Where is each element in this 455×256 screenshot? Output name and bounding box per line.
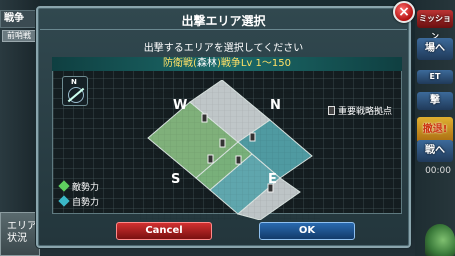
direction-north: N <box>270 98 281 113</box>
area-status-label-2: 状況 <box>7 233 27 244</box>
compass-icon: N <box>62 76 88 106</box>
strategic-point-marker[interactable] <box>249 132 256 142</box>
important-point-legend: 重要戦略拠点 <box>328 104 392 117</box>
strategic-point-marker[interactable] <box>201 113 208 123</box>
legend-enemy: 敵勢力 <box>58 180 100 193</box>
legend-enemy-label: 敵勢力 <box>72 183 100 193</box>
robot-avatar <box>425 224 455 256</box>
cancel-button[interactable]: Cancel <box>116 222 212 240</box>
terrain-name: 森林 <box>196 58 217 69</box>
direction-south: S <box>171 172 181 187</box>
strategic-point-marker[interactable] <box>219 138 226 148</box>
area-status-label-1: エリア <box>7 221 37 232</box>
area-map <box>140 80 320 220</box>
attack-button[interactable]: 撃 <box>417 92 453 110</box>
close-button[interactable]: × <box>393 1 415 23</box>
direction-west: W <box>173 98 188 113</box>
to-field-button[interactable]: 場へ <box>417 38 453 60</box>
compass-north-label: N <box>71 78 77 86</box>
important-point-icon <box>328 106 335 115</box>
strategic-point-marker[interactable] <box>207 154 214 164</box>
battle-info-title: 防衛戦(森林)戦争Lv 1～150 <box>52 57 402 71</box>
level-range: )戦争Lv 1～150 <box>216 58 291 69</box>
battle-type: 防衛戦( <box>163 58 197 69</box>
ok-button[interactable]: OK <box>259 222 355 240</box>
strategic-point-marker[interactable] <box>235 155 242 165</box>
et-button[interactable]: ET <box>417 70 453 84</box>
direction-east: E <box>268 172 277 187</box>
area-status-button[interactable]: エリア 状況 <box>0 212 40 256</box>
outpost-tab[interactable]: 前哨戦 <box>2 30 36 42</box>
ally-diamond-icon <box>58 195 70 207</box>
mission-button[interactable]: ミッション <box>417 10 453 41</box>
dialog-title: 出撃エリア選択 <box>181 14 266 28</box>
legend-ally: 自勢力 <box>58 195 100 208</box>
legend-ally-label: 自勢力 <box>72 198 100 208</box>
enemy-diamond-icon <box>58 180 70 192</box>
important-point-label: 重要戦略拠点 <box>338 107 393 117</box>
to-battle-button[interactable]: 戦へ <box>417 140 453 162</box>
right-timer: 00:00 <box>425 166 451 176</box>
dialog-instruction: 出撃するエリアを選択してください <box>143 43 304 54</box>
